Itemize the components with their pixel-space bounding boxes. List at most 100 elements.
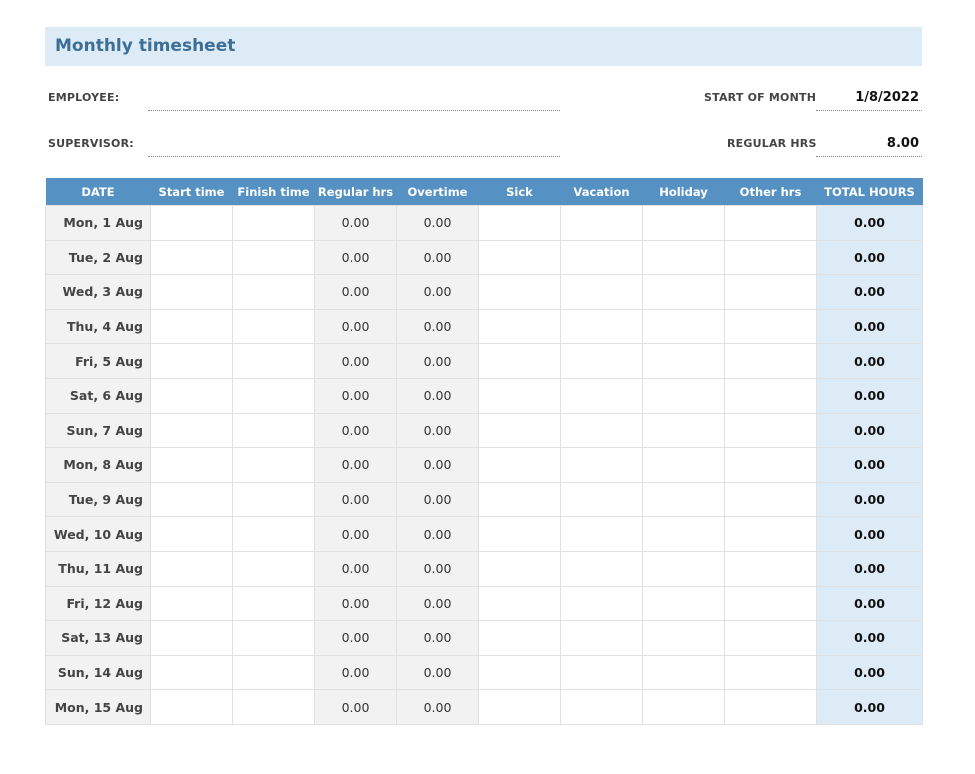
sick-cell[interactable]	[478, 205, 561, 241]
total-hours-cell: 0.00	[816, 412, 923, 449]
finish-time-cell[interactable]	[232, 274, 315, 310]
vacation-cell[interactable]	[560, 377, 643, 414]
start-time-cell[interactable]	[150, 239, 233, 276]
sick-cell[interactable]	[478, 481, 561, 518]
sick-cell[interactable]	[478, 689, 561, 725]
start-time-cell[interactable]	[150, 620, 233, 656]
other-hrs-cell[interactable]	[724, 585, 817, 622]
holiday-cell[interactable]	[642, 412, 725, 449]
other-hrs-cell[interactable]	[724, 343, 817, 379]
start-time-cell[interactable]	[150, 481, 233, 518]
vacation-cell[interactable]	[560, 412, 643, 449]
sick-cell[interactable]	[478, 550, 561, 587]
sick-cell[interactable]	[478, 585, 561, 622]
other-hrs-cell[interactable]	[724, 377, 817, 414]
start-time-cell[interactable]	[150, 343, 233, 379]
start-time-cell[interactable]	[150, 550, 233, 587]
vacation-cell[interactable]	[560, 447, 643, 483]
other-hrs-cell[interactable]	[724, 274, 817, 310]
start-time-cell[interactable]	[150, 205, 233, 241]
finish-time-cell[interactable]	[232, 377, 315, 414]
finish-time-cell[interactable]	[232, 343, 315, 379]
sick-cell[interactable]	[478, 308, 561, 345]
start-time-cell[interactable]	[150, 308, 233, 345]
finish-time-cell[interactable]	[232, 412, 315, 449]
sick-cell[interactable]	[478, 620, 561, 656]
sick-cell[interactable]	[478, 274, 561, 310]
other-hrs-cell[interactable]	[724, 620, 817, 656]
start-time-cell[interactable]	[150, 274, 233, 310]
sick-cell[interactable]	[478, 654, 561, 691]
vacation-cell[interactable]	[560, 239, 643, 276]
sick-cell[interactable]	[478, 516, 561, 552]
vacation-cell[interactable]	[560, 516, 643, 552]
holiday-cell[interactable]	[642, 481, 725, 518]
vacation-cell[interactable]	[560, 585, 643, 622]
start-time-cell[interactable]	[150, 516, 233, 552]
holiday-cell[interactable]	[642, 274, 725, 310]
vacation-cell[interactable]	[560, 689, 643, 725]
holiday-cell[interactable]	[642, 654, 725, 691]
holiday-cell[interactable]	[642, 550, 725, 587]
holiday-cell[interactable]	[642, 620, 725, 656]
other-hrs-cell[interactable]	[724, 481, 817, 518]
finish-time-cell[interactable]	[232, 239, 315, 276]
other-hrs-cell[interactable]	[724, 239, 817, 276]
vacation-cell[interactable]	[560, 654, 643, 691]
holiday-cell[interactable]	[642, 343, 725, 379]
vacation-cell[interactable]	[560, 308, 643, 345]
start-time-cell[interactable]	[150, 447, 233, 483]
start-time-cell[interactable]	[150, 377, 233, 414]
holiday-cell[interactable]	[642, 205, 725, 241]
start-of-month-value[interactable]: 1/8/2022	[816, 90, 919, 105]
finish-time-cell[interactable]	[232, 516, 315, 552]
sick-cell[interactable]	[478, 377, 561, 414]
other-hrs-cell[interactable]	[724, 654, 817, 691]
vacation-cell[interactable]	[560, 550, 643, 587]
other-hrs-cell[interactable]	[724, 689, 817, 725]
sick-cell[interactable]	[478, 239, 561, 276]
other-hrs-cell[interactable]	[724, 412, 817, 449]
supervisor-field[interactable]	[148, 156, 560, 157]
finish-time-cell[interactable]	[232, 447, 315, 483]
other-hrs-cell[interactable]	[724, 308, 817, 345]
other-hrs-cell[interactable]	[724, 516, 817, 552]
regular-hrs-value[interactable]: 8.00	[816, 136, 919, 151]
sick-cell[interactable]	[478, 412, 561, 449]
holiday-cell[interactable]	[642, 689, 725, 725]
regular-hrs-cell: 0.00	[314, 689, 397, 725]
other-hrs-cell[interactable]	[724, 550, 817, 587]
vacation-cell[interactable]	[560, 274, 643, 310]
vacation-cell[interactable]	[560, 620, 643, 656]
finish-time-cell[interactable]	[232, 481, 315, 518]
holiday-cell[interactable]	[642, 308, 725, 345]
vacation-cell[interactable]	[560, 343, 643, 379]
finish-time-cell[interactable]	[232, 550, 315, 587]
employee-field[interactable]	[148, 110, 560, 111]
sick-cell[interactable]	[478, 447, 561, 483]
holiday-cell[interactable]	[642, 377, 725, 414]
other-hrs-cell[interactable]	[724, 447, 817, 483]
start-time-cell[interactable]	[150, 412, 233, 449]
holiday-cell[interactable]	[642, 585, 725, 622]
vacation-cell[interactable]	[560, 205, 643, 241]
vacation-cell[interactable]	[560, 481, 643, 518]
finish-time-cell[interactable]	[232, 308, 315, 345]
other-hrs-cell[interactable]	[724, 205, 817, 241]
finish-time-cell[interactable]	[232, 689, 315, 725]
start-time-cell[interactable]	[150, 689, 233, 725]
holiday-cell[interactable]	[642, 516, 725, 552]
col-header-date: DATE	[45, 178, 151, 206]
finish-time-cell[interactable]	[232, 585, 315, 622]
finish-time-cell[interactable]	[232, 654, 315, 691]
sick-cell[interactable]	[478, 343, 561, 379]
finish-time-cell[interactable]	[232, 620, 315, 656]
start-time-cell[interactable]	[150, 654, 233, 691]
start-time-cell[interactable]	[150, 585, 233, 622]
overtime-cell: 0.00	[396, 550, 479, 587]
finish-time-cell[interactable]	[232, 205, 315, 241]
holiday-cell[interactable]	[642, 447, 725, 483]
col-header-holiday: Holiday	[642, 178, 725, 206]
holiday-cell[interactable]	[642, 239, 725, 276]
col-header-overtime: Overtime	[396, 178, 479, 206]
